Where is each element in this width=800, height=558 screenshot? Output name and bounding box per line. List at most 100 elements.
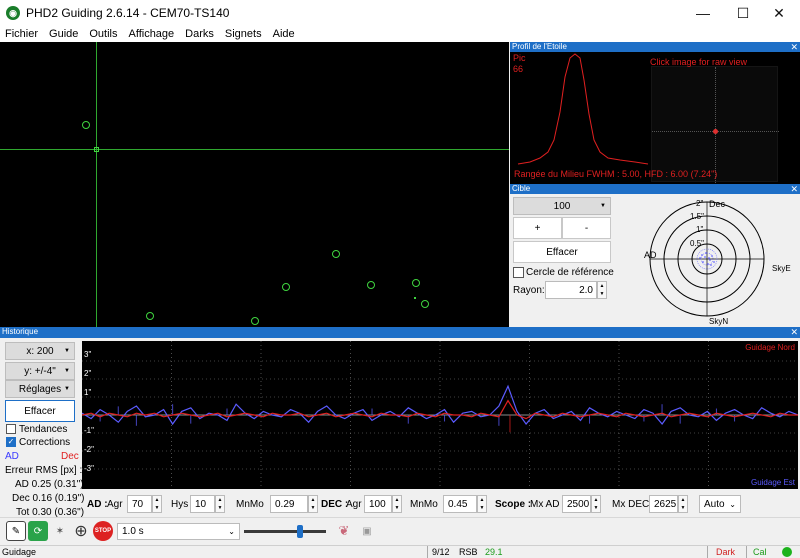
ra-hys-label: Hys <box>171 499 189 510</box>
reference-circle-checkbox[interactable] <box>513 267 524 278</box>
settings-dropdown[interactable]: Réglages ▼ <box>5 380 75 398</box>
target-plot[interactable] <box>620 194 800 327</box>
profile-crosshair-v <box>715 67 716 183</box>
target-title-text: Cible <box>512 184 531 193</box>
gamma-slider-track[interactable] <box>244 530 326 533</box>
history-title: Historique ✕ <box>0 327 800 338</box>
dec-minmove-input[interactable]: 0.45 <box>443 495 477 513</box>
ra-minmove-stepper[interactable]: ▲ ▼ <box>308 495 318 513</box>
trends-checkbox[interactable] <box>6 424 16 434</box>
menu-darks[interactable]: Darks <box>180 28 220 40</box>
dec-aggression-stepper[interactable]: ▲ ▼ <box>392 495 402 513</box>
menu-affichage[interactable]: Affichage <box>124 28 181 40</box>
close-icon[interactable]: ✕ <box>790 184 798 194</box>
profile-metrics: Rangée du Milieu FWHM : 5.00, HFD : 6.00… <box>514 169 718 179</box>
ra-hysteresis-input[interactable]: 10 <box>190 495 215 513</box>
menu-aide[interactable]: Aide <box>268 28 301 40</box>
dec-minmove-stepper[interactable]: ▲ ▼ <box>477 495 487 513</box>
settings-label: Réglages <box>18 383 62 395</box>
camera-settings-icon[interactable]: ▣ <box>357 521 377 541</box>
guide-target-icon[interactable]: ⊕ <box>71 521 91 541</box>
corrections-label: Corrections <box>19 437 71 448</box>
star-marker[interactable] <box>251 317 259 325</box>
max-ra-input[interactable]: 2500 <box>562 495 591 513</box>
max-ra-stepper[interactable]: ▲ ▼ <box>591 495 601 513</box>
crosshair-horizontal <box>0 149 509 150</box>
rms-ra: AD 0.25 (0.31") <box>15 479 84 490</box>
history-graph[interactable]: 3" 2" 1" -1" -2" -3" Guidage Nord Guidag… <box>82 341 798 489</box>
ra-minmove-label: MnMo <box>236 499 264 510</box>
y-tick-label: -3" <box>84 464 94 473</box>
history-clear-button[interactable]: Effacer <box>5 400 75 422</box>
ra-minmove-input[interactable]: 0.29 <box>270 495 308 513</box>
menu-fichier[interactable]: Fichier <box>0 28 44 40</box>
star-marker[interactable] <box>367 281 375 289</box>
main-toolbar: ✎ ⟳ ✶ ⊕ STOP 1.0 s ⌄ ❦ ▣ <box>0 517 800 545</box>
y-scale-dropdown[interactable]: y: +/-4" ▼ <box>5 362 75 380</box>
max-dec-stepper[interactable]: ▲ ▼ <box>678 495 688 513</box>
calibration-indicator: Cal <box>746 546 767 558</box>
rms-dec: Dec 0.16 (0.19") <box>12 493 85 504</box>
stop-label: STOP <box>94 528 112 534</box>
ra-hysteresis-value: 10 <box>195 498 207 510</box>
close-icon[interactable]: ✕ <box>790 327 798 337</box>
zoom-out-button[interactable]: - <box>562 217 611 239</box>
snr-label: RSB <box>459 547 478 557</box>
stop-icon[interactable]: STOP <box>93 521 113 541</box>
ra-aggression-input[interactable]: 70 <box>127 495 152 513</box>
star-marker[interactable] <box>421 300 429 308</box>
menu-guide[interactable]: Guide <box>44 28 84 40</box>
target-title: Cible ✕ <box>510 184 800 194</box>
dec-minmove-label: MnMo <box>410 499 438 510</box>
scope-section-label: Scope : <box>495 499 532 510</box>
menu-outils[interactable]: Outils <box>84 28 123 40</box>
star-marker[interactable] <box>412 279 420 287</box>
lock-position-marker <box>94 147 99 152</box>
loop-icon[interactable]: ⟳ <box>28 521 48 541</box>
title-bar: ◉ PHD2 Guiding 2.6.14 - CEM70-TS140 — ☐ … <box>0 0 800 26</box>
star-marker[interactable] <box>282 283 290 291</box>
reference-circle-label: Cercle de référence <box>526 267 614 278</box>
raw-star-image[interactable] <box>651 66 779 183</box>
star-marker[interactable] <box>82 121 90 129</box>
dec-mode-select[interactable]: Auto ⌄ <box>699 495 741 513</box>
dec-axis-label: Dec <box>709 199 726 209</box>
y-tick-label: 3" <box>84 350 92 359</box>
close-icon[interactable]: ✕ <box>756 0 800 26</box>
zoom-in-button[interactable]: + <box>513 217 562 239</box>
brain-pencil-icon[interactable]: ✎ <box>6 521 26 541</box>
max-dec-value: 2625 <box>654 498 677 510</box>
frame-counter: 9/12 <box>427 546 450 558</box>
star-profile-panel: Profil de l'Etoile ✕ Pic 66 Click image … <box>510 42 800 184</box>
x-scale-dropdown[interactable]: x: 200 ▼ <box>5 342 75 360</box>
target-clear-button[interactable]: Effacer <box>513 241 611 263</box>
dec-aggression-input[interactable]: 100 <box>364 495 392 513</box>
ra-hysteresis-stepper[interactable]: ▲ ▼ <box>215 495 225 513</box>
gamma-slider-thumb[interactable] <box>297 525 304 538</box>
guiding-state: Guidage <box>2 547 37 557</box>
brain-icon[interactable]: ❦ <box>334 521 354 541</box>
menu-signets[interactable]: Signets <box>220 28 268 40</box>
ra-aggression-stepper[interactable]: ▲ ▼ <box>152 495 162 513</box>
status-light-icon <box>782 547 792 557</box>
zoom-dropdown[interactable]: 100 ▼ <box>513 197 611 215</box>
camera-view[interactable] <box>0 42 509 327</box>
ra-agr-label: Agr <box>107 499 123 510</box>
star-marker[interactable] <box>146 312 154 320</box>
trends-label: Tendances <box>19 424 68 435</box>
phd2-icon: ◉ <box>6 6 20 20</box>
corrections-checkbox[interactable]: ✓ <box>6 437 16 447</box>
chevron-down-icon: ▼ <box>600 203 606 209</box>
radius-stepper[interactable]: ▲ ▼ <box>597 281 607 299</box>
exposure-select[interactable]: 1.0 s ⌄ <box>117 523 240 540</box>
star-select-icon[interactable]: ✶ <box>50 521 70 541</box>
target-panel: Cible ✕ 100 ▼ + - Effacer Cercle de réfé… <box>510 184 800 327</box>
star-marker[interactable] <box>332 250 340 258</box>
exposure-value: 1.0 s <box>122 526 144 537</box>
max-dec-input[interactable]: 2625 <box>649 495 678 513</box>
radius-input[interactable]: 2.0 <box>545 281 597 299</box>
ring-label-1: 1" <box>696 225 704 234</box>
close-icon[interactable]: ✕ <box>790 42 798 52</box>
rms-title: Erreur RMS [px] : <box>5 465 83 476</box>
sky-north-label: SkyN <box>709 317 729 326</box>
